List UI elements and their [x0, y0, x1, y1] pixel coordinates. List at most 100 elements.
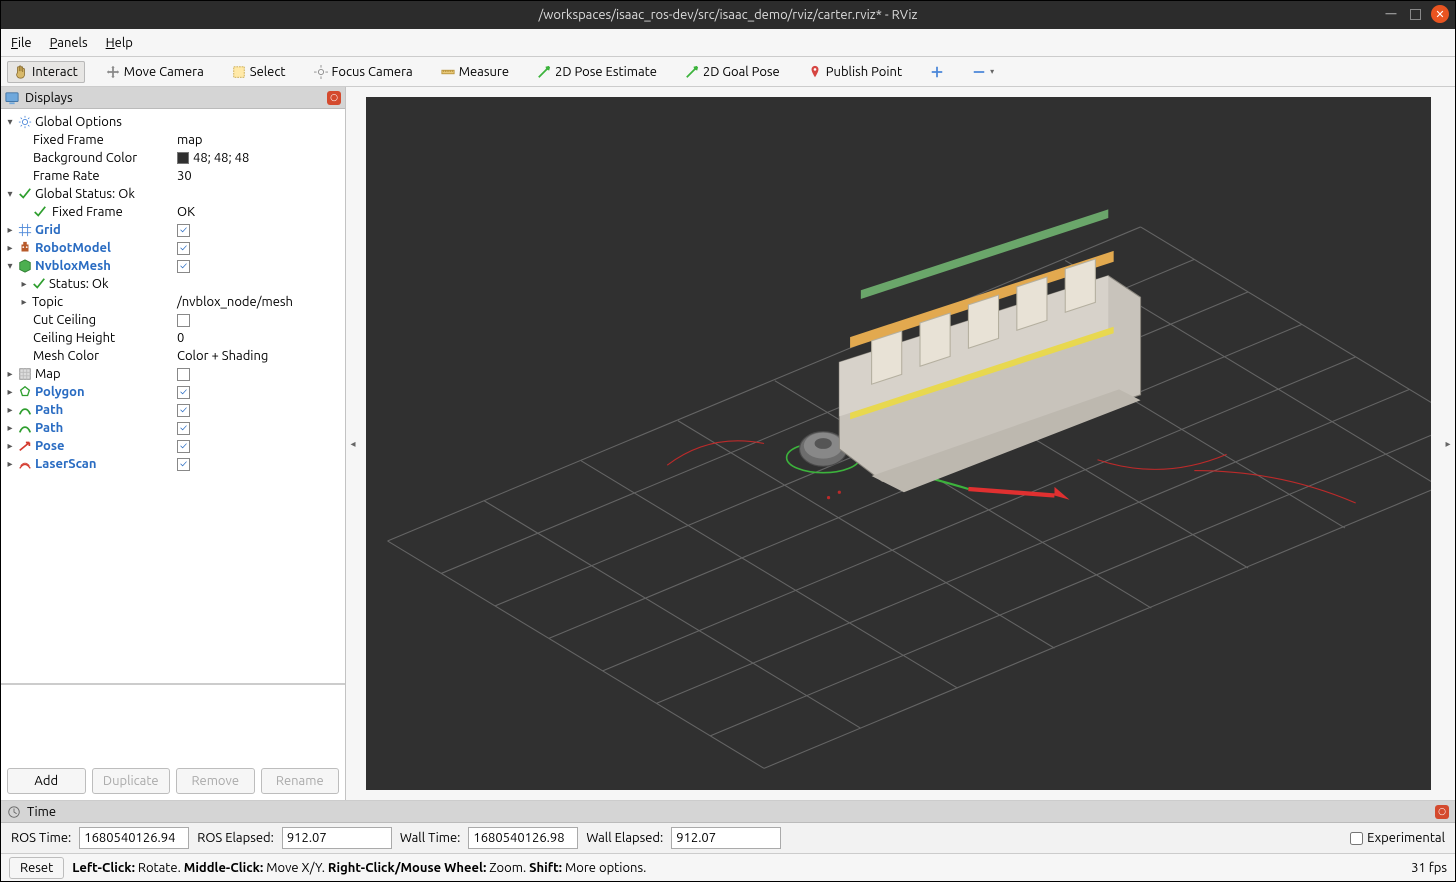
- plus-icon: [930, 65, 944, 79]
- measure-icon: [441, 65, 455, 79]
- tool-add[interactable]: [923, 61, 951, 83]
- right-gutter-handle[interactable]: ▸: [1441, 87, 1455, 800]
- global-status-label: Global Status: Ok: [35, 185, 135, 203]
- cut-ceiling-checkbox[interactable]: [177, 314, 190, 327]
- scene-svg: [366, 97, 1431, 790]
- polygon-checkbox[interactable]: ✓: [177, 386, 190, 399]
- mesh-color-value[interactable]: Color + Shading: [177, 347, 268, 365]
- close-window-button[interactable]: ✕: [1431, 5, 1449, 23]
- frame-rate-value[interactable]: 30: [177, 167, 192, 185]
- expand-icon[interactable]: ▸: [19, 275, 29, 293]
- path2-display-label[interactable]: Path: [35, 419, 63, 437]
- tool-2d-pose-estimate[interactable]: 2D Pose Estimate: [530, 61, 664, 83]
- expand-icon[interactable]: ▾: [5, 185, 15, 203]
- expand-icon[interactable]: ▾: [5, 257, 15, 275]
- viewport-container: [360, 87, 1441, 800]
- grid-display-label[interactable]: Grid: [35, 221, 61, 239]
- reset-button[interactable]: Reset: [9, 857, 64, 879]
- map-icon: [18, 367, 32, 381]
- pose-display-label[interactable]: Pose: [35, 437, 65, 455]
- wall-time-input[interactable]: [468, 827, 578, 849]
- tool-remove[interactable]: ▾: [965, 61, 1001, 83]
- expand-icon[interactable]: ▸: [5, 239, 15, 257]
- nvblox-checkbox[interactable]: ✓: [177, 260, 190, 273]
- select-icon: [232, 65, 246, 79]
- robotmodel-checkbox[interactable]: ✓: [177, 242, 190, 255]
- map-display-label[interactable]: Map: [35, 365, 61, 383]
- wall-elapsed-input[interactable]: [671, 827, 781, 849]
- tool-measure[interactable]: Measure: [434, 61, 516, 83]
- menu-file[interactable]: File: [11, 36, 32, 50]
- expand-icon[interactable]: ▸: [5, 455, 15, 473]
- pose-checkbox[interactable]: ✓: [177, 440, 190, 453]
- experimental-checkbox[interactable]: [1350, 832, 1363, 845]
- displays-panel-title: Displays: [25, 91, 73, 105]
- global-options-label: Global Options: [35, 113, 122, 131]
- bg-color-value[interactable]: 48; 48; 48: [193, 149, 249, 167]
- focus-camera-icon: [314, 65, 328, 79]
- expand-icon[interactable]: ▸: [5, 437, 15, 455]
- laserscan-checkbox[interactable]: ✓: [177, 458, 190, 471]
- path1-display-label[interactable]: Path: [35, 401, 63, 419]
- time-panel-header[interactable]: Time ○: [1, 801, 1455, 823]
- path-icon: [18, 421, 32, 435]
- nvblox-status-label: Status: Ok: [49, 275, 109, 293]
- minimize-button[interactable]: —: [1382, 5, 1400, 23]
- polygon-display-label[interactable]: Polygon: [35, 383, 85, 401]
- fps-label: 31 fps: [1411, 861, 1447, 875]
- left-gutter-handle[interactable]: ◂: [346, 87, 360, 800]
- expand-icon[interactable]: ▸: [5, 419, 15, 437]
- time-panel-close-icon[interactable]: ○: [1435, 805, 1449, 819]
- ros-time-label: ROS Time:: [11, 831, 71, 845]
- expand-icon[interactable]: ▸: [5, 401, 15, 419]
- tool-move-camera[interactable]: Move Camera: [99, 61, 211, 83]
- time-panel-title: Time: [27, 805, 56, 819]
- bg-color-swatch[interactable]: [177, 152, 189, 164]
- check-icon: [33, 205, 47, 219]
- ros-time-input[interactable]: [79, 827, 189, 849]
- laserscan-display-label[interactable]: LaserScan: [35, 455, 96, 473]
- grid-checkbox[interactable]: ✓: [177, 224, 190, 237]
- publish-point-icon: [808, 65, 822, 79]
- nvblox-topic-value[interactable]: /nvblox_node/mesh: [177, 293, 293, 311]
- expand-icon[interactable]: ▾: [5, 113, 15, 131]
- expand-icon[interactable]: ▸: [19, 293, 29, 311]
- tool-2d-goal-pose[interactable]: 2D Goal Pose: [678, 61, 787, 83]
- displays-panel-close-icon[interactable]: ○: [327, 91, 341, 105]
- ceiling-height-value[interactable]: 0: [177, 329, 184, 347]
- menu-help[interactable]: Help: [106, 36, 133, 50]
- cut-ceiling-label: Cut Ceiling: [33, 311, 96, 329]
- tool-publish-point[interactable]: Publish Point: [801, 61, 909, 83]
- path1-checkbox[interactable]: ✓: [177, 404, 190, 417]
- maximize-button[interactable]: [1410, 9, 1421, 20]
- title-bar: /workspaces/isaac_ros-dev/src/isaac_demo…: [1, 1, 1455, 29]
- tool-focus-camera[interactable]: Focus Camera: [307, 61, 420, 83]
- laserscan-icon: [18, 457, 32, 471]
- time-panel: Time ○ ROS Time: ROS Elapsed: Wall Time:…: [1, 800, 1455, 853]
- nvblox-display-label[interactable]: NvbloxMesh: [35, 257, 111, 275]
- map-checkbox[interactable]: [177, 368, 190, 381]
- menu-panels[interactable]: Panels: [50, 36, 88, 50]
- robotmodel-display-label[interactable]: RobotModel: [35, 239, 111, 257]
- add-button[interactable]: Add: [7, 768, 86, 794]
- 3d-scene[interactable]: [366, 97, 1431, 790]
- expand-icon[interactable]: ▸: [5, 383, 15, 401]
- menu-bar: File Panels Help: [1, 29, 1455, 57]
- mesh-color-label: Mesh Color: [33, 347, 99, 365]
- path2-checkbox[interactable]: ✓: [177, 422, 190, 435]
- expand-icon[interactable]: ▸: [5, 221, 15, 239]
- displays-tree[interactable]: ▾ Global Options Fixed Framemap Backgrou…: [1, 109, 345, 684]
- tool-interact[interactable]: Interact: [7, 61, 85, 83]
- minus-icon: [972, 65, 986, 79]
- ros-elapsed-input[interactable]: [282, 827, 392, 849]
- grid-icon: [18, 223, 32, 237]
- gear-icon: [18, 115, 32, 129]
- fixed-frame-value[interactable]: map: [177, 131, 203, 149]
- expand-icon[interactable]: ▸: [5, 365, 15, 383]
- ceiling-height-label: Ceiling Height: [33, 329, 115, 347]
- wall-time-label: Wall Time:: [400, 831, 461, 845]
- polygon-icon: [18, 385, 32, 399]
- tool-select[interactable]: Select: [225, 61, 293, 83]
- displays-panel-header[interactable]: Displays ○: [1, 87, 345, 109]
- nvblox-topic-label: Topic: [32, 293, 63, 311]
